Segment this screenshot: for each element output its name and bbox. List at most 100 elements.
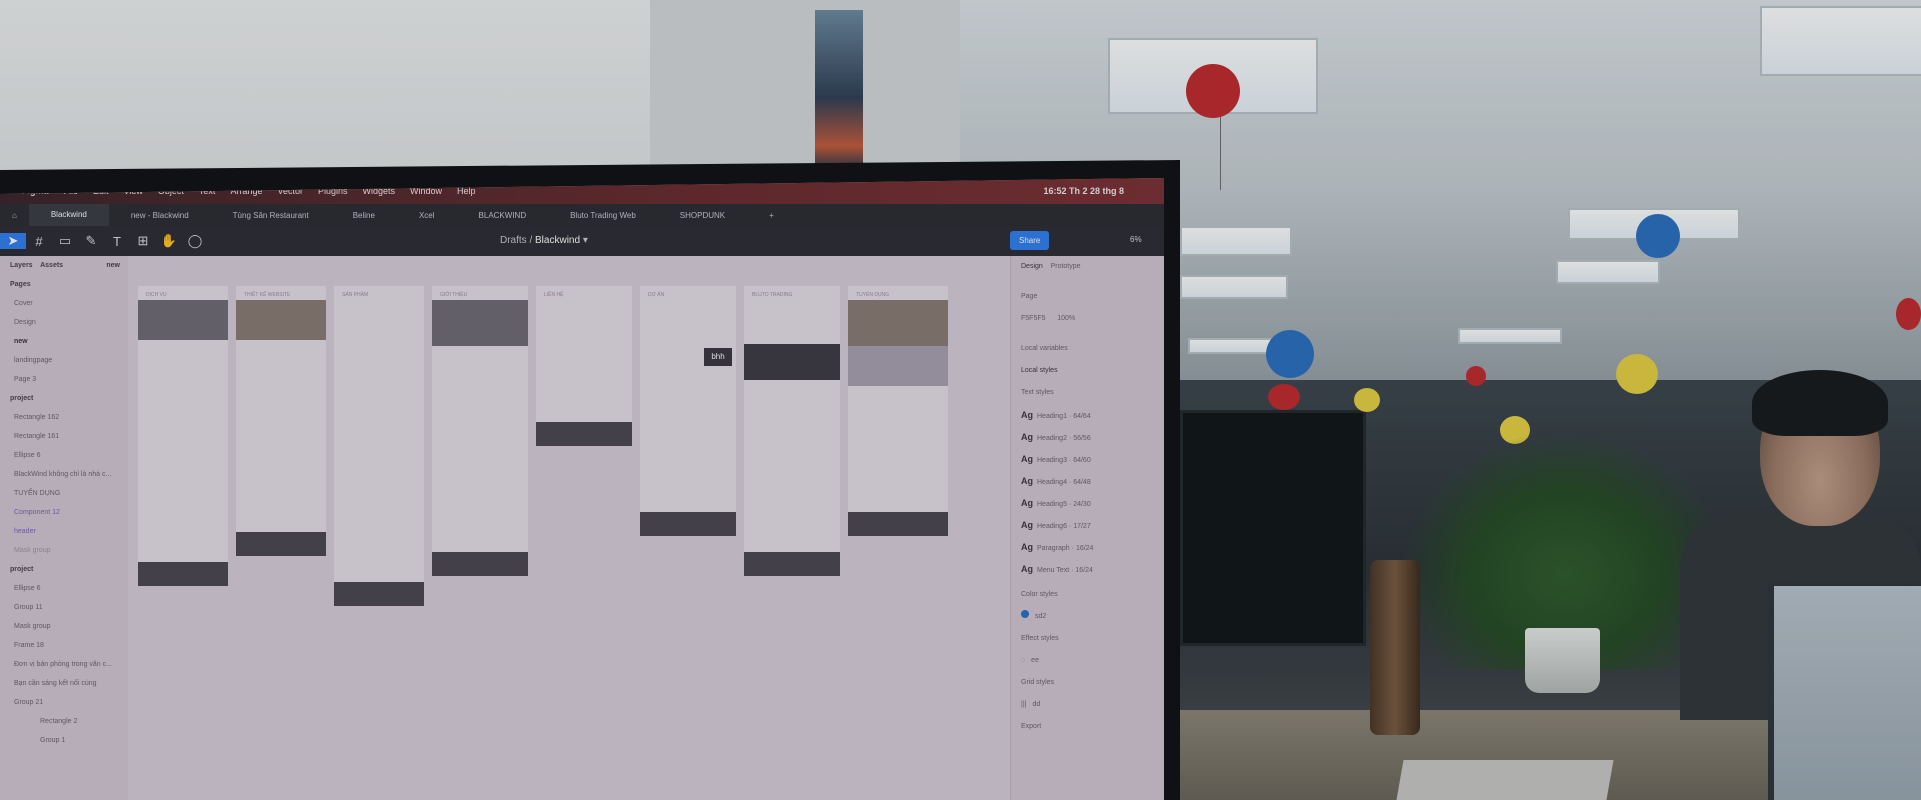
layer-item[interactable]: Rectangle 162 <box>0 408 128 427</box>
text-style-spec: 17/27 <box>1073 523 1091 530</box>
layers-tab-row: Layers Assets new <box>0 256 128 275</box>
file-tabs: ⌂ Blackwind new - Blackwind Tùng Sân Res… <box>0 204 1164 226</box>
pen-tool-icon[interactable]: ✎ <box>78 233 104 249</box>
text-style-name: Heading2 <box>1037 435 1067 442</box>
resources-icon[interactable]: ⊞ <box>130 233 156 249</box>
layer-group[interactable]: project <box>0 389 128 408</box>
export-label[interactable]: Export <box>1011 716 1164 738</box>
design-canvas[interactable]: DỊCH VỤ THIẾT KẾ WEBSITE SẢN PHẨM GIỚI T… <box>128 256 1010 800</box>
layer-item[interactable]: Ellipse 6 <box>0 579 128 598</box>
text-style-item[interactable]: Ag Heading5 · 24/30 <box>1011 492 1164 514</box>
layer-item[interactable]: Mask group <box>0 541 128 560</box>
design-frame[interactable]: THIẾT KẾ WEBSITE <box>236 286 326 556</box>
page-item[interactable]: Cover <box>0 294 128 313</box>
home-icon[interactable]: ⌂ <box>0 211 29 220</box>
breadcrumb-parent[interactable]: Drafts <box>500 235 527 246</box>
text-style-item[interactable]: Ag Menu Text · 16/24 <box>1011 558 1164 580</box>
effect-style-item[interactable]: ◌ ee <box>1011 650 1164 672</box>
layer-item[interactable]: Rectangle 161 <box>0 427 128 446</box>
tab-blackwind[interactable]: Blackwind <box>28 204 109 226</box>
zoom-level[interactable]: 6% <box>1130 235 1142 244</box>
lantern-red <box>1268 384 1300 410</box>
text-tool-icon[interactable]: T <box>104 234 130 249</box>
layer-item[interactable]: TUYỂN DỤNG <box>0 484 128 503</box>
layer-item[interactable]: Đơn vị bán phòng trong văn c... <box>0 655 128 674</box>
text-style-spec: 56/56 <box>1073 435 1091 442</box>
move-tool-icon[interactable]: ➤ <box>0 233 26 249</box>
layer-item[interactable]: Mask group <box>0 617 128 636</box>
design-frame[interactable]: LIÊN HỆ <box>536 286 632 446</box>
breadcrumb[interactable]: Drafts / Blackwind ▾ <box>500 235 588 246</box>
tab-blackwind-2[interactable]: BLACKWIND <box>457 211 549 220</box>
page-item[interactable]: landingpage <box>0 351 128 370</box>
tab-bluto[interactable]: Bluto Trading Web <box>548 211 658 220</box>
layers-panel: Layers Assets new Pages Cover Design new… <box>0 256 129 800</box>
text-style-item[interactable]: Ag Heading4 · 64/48 <box>1011 470 1164 492</box>
tab-new-blackwind[interactable]: new - Blackwind <box>109 211 211 220</box>
local-variables[interactable]: Local variables <box>1011 338 1164 360</box>
layer-item[interactable]: Group 1 <box>0 731 128 750</box>
color-styles-label: Color styles <box>1021 591 1058 598</box>
page-opacity-value[interactable]: 100% <box>1057 315 1075 322</box>
add-tab-icon[interactable]: + <box>747 211 796 220</box>
layer-item[interactable]: header <box>0 522 128 541</box>
text-style-spec: 64/64 <box>1073 413 1091 420</box>
layer-group[interactable]: project <box>0 560 128 579</box>
page-badge[interactable]: new <box>106 256 120 275</box>
frame-title: THIẾT KẾ WEBSITE <box>244 292 291 298</box>
layer-item[interactable]: Frame 18 <box>0 636 128 655</box>
page-item[interactable]: new <box>0 332 128 351</box>
page-color-row[interactable]: F5F5F5 100% <box>1011 308 1164 330</box>
design-frame[interactable]: BLUTO TRADING <box>744 286 840 576</box>
frame-image <box>848 346 948 386</box>
text-style-item[interactable]: Ag Heading3 · 64/60 <box>1011 448 1164 470</box>
comment-icon[interactable]: ◯ <box>182 233 208 249</box>
text-style-item[interactable]: Ag Paragraph · 16/24 <box>1011 536 1164 558</box>
tab-prototype[interactable]: Prototype <box>1051 263 1081 270</box>
frame-title: BLUTO TRADING <box>752 292 793 298</box>
layer-item[interactable]: Group 21 <box>0 693 128 712</box>
tab-layers[interactable]: Layers <box>10 262 33 269</box>
design-frame[interactable]: GIỚI THIỆU <box>432 286 528 576</box>
color-style-item[interactable]: sd2 <box>1011 606 1164 628</box>
layer-item[interactable]: BlackWind không chỉ là nhà c... <box>0 465 128 484</box>
share-button[interactable]: Share <box>1010 231 1050 250</box>
grid-style-item[interactable]: ||| dd <box>1011 694 1164 716</box>
tab-assets[interactable]: Assets <box>40 262 63 269</box>
layer-item[interactable]: Ellipse 6 <box>0 446 128 465</box>
text-style-name: Heading3 <box>1037 457 1067 464</box>
tab-restaurant[interactable]: Tùng Sân Restaurant <box>211 211 331 220</box>
text-style-item[interactable]: Ag Heading2 · 56/56 <box>1011 426 1164 448</box>
design-frame[interactable]: DỊCH VỤ <box>138 286 228 586</box>
layer-item[interactable]: Rectangle 2 <box>0 712 128 731</box>
tab-design[interactable]: Design <box>1021 263 1043 270</box>
frame-tool-icon[interactable]: # <box>26 234 52 249</box>
page-color-value[interactable]: F5F5F5 <box>1021 315 1046 322</box>
layer-item[interactable]: Group 11 <box>0 598 128 617</box>
text-style-item[interactable]: Ag Heading1 · 64/64 <box>1011 404 1164 426</box>
text-style-item[interactable]: Ag Heading6 · 17/27 <box>1011 514 1164 536</box>
frame-title: LIÊN HỆ <box>544 292 564 298</box>
breadcrumb-current[interactable]: Blackwind <box>535 235 580 246</box>
hand-tool-icon[interactable]: ✋ <box>156 233 182 249</box>
text-style-spec: 16/24 <box>1075 545 1094 552</box>
layer-item[interactable]: Bạn cần sáng kết nối cùng <box>0 674 128 693</box>
pages-header: Pages <box>10 281 31 288</box>
design-frame[interactable]: TUYỂN DỤNG <box>848 286 948 536</box>
layer-item[interactable]: Component 12 <box>0 503 128 522</box>
color-style-name: sd2 <box>1035 613 1047 620</box>
page-item[interactable]: Page 3 <box>0 370 128 389</box>
frame-footer <box>640 512 736 536</box>
design-frame[interactable]: SẢN PHẨM <box>334 286 424 606</box>
rectangle-tool-icon[interactable]: ▭ <box>52 233 78 249</box>
effect-styles-label: Effect styles <box>1021 635 1059 642</box>
grid-style-name: dd <box>1032 701 1041 708</box>
page-item[interactable]: Design <box>0 313 128 332</box>
frame-footer <box>138 562 228 586</box>
frame-title: TUYỂN DỤNG <box>856 292 890 298</box>
tab-beline[interactable]: Beline <box>331 211 397 220</box>
tab-shopdunk[interactable]: SHOPDUNK <box>658 211 747 220</box>
frame-footer <box>536 422 632 446</box>
tab-xcel[interactable]: Xcel <box>397 211 457 220</box>
design-frame[interactable]: DỰ ÁN bhh <box>640 286 736 536</box>
